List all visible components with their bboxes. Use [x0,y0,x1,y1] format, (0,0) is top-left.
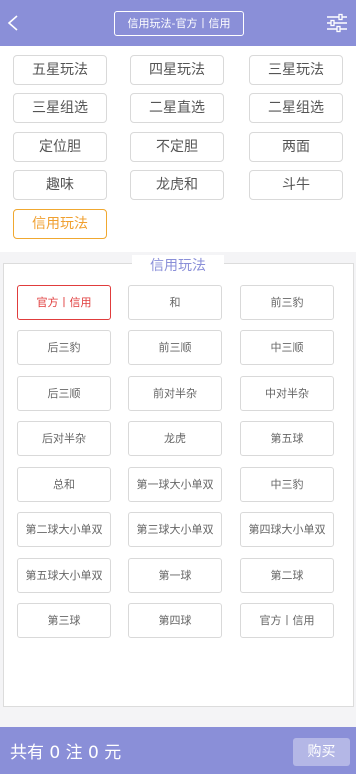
play-option[interactable]: 总和 [17,467,111,502]
category-button[interactable]: 不定胆 [130,132,224,162]
credit-play-panel: 信用玩法 官方丨信用 和 前三豹 后三豹 前三顺 中三顺 后三顺 前对半杂 中对… [3,255,354,707]
play-option[interactable]: 第三球 [17,603,111,638]
page-title[interactable]: 信用玩法-官方丨信用 [114,11,244,36]
play-option[interactable]: 龙虎 [128,421,222,456]
play-option[interactable]: 后三豹 [17,330,111,365]
play-option[interactable]: 和 [128,285,222,320]
category-button[interactable]: 五星玩法 [13,55,107,85]
category-button-active[interactable]: 信用玩法 [13,209,107,239]
play-option[interactable]: 第二球 [240,558,334,593]
category-button[interactable]: 趣味 [13,170,107,200]
category-button[interactable]: 三星组选 [13,93,107,123]
play-option[interactable]: 官方丨信用 [240,603,334,638]
category-button[interactable]: 四星玩法 [130,55,224,85]
play-option[interactable]: 后三顺 [17,376,111,411]
play-option[interactable]: 第五球大小单双 [17,558,111,593]
bet-summary-bar: 共有 0 注 0 元 购买 [0,727,356,774]
play-option[interactable]: 第四球大小单双 [240,512,334,547]
play-option[interactable]: 前三顺 [128,330,222,365]
bet-summary: 共有 0 注 0 元 [10,743,122,763]
play-option[interactable]: 中三豹 [240,467,334,502]
category-button[interactable]: 三星玩法 [249,55,343,85]
chevron-left-icon[interactable] [4,13,24,33]
play-option[interactable]: 第一球大小单双 [128,467,222,502]
category-button[interactable]: 斗牛 [249,170,343,200]
sliders-icon[interactable] [326,13,348,33]
category-button[interactable]: 二星组选 [249,93,343,123]
play-option[interactable]: 前对半杂 [128,376,222,411]
play-option[interactable]: 中对半杂 [240,376,334,411]
category-button[interactable]: 二星直选 [130,93,224,123]
play-option[interactable]: 官方丨信用 [17,285,111,320]
play-option[interactable]: 前三豹 [240,285,334,320]
panel-title: 信用玩法 [132,255,224,275]
category-button[interactable]: 龙虎和 [130,170,224,200]
category-button[interactable]: 两面 [249,132,343,162]
buy-button[interactable]: 购买 [293,738,350,766]
category-grid: 五星玩法 四星玩法 三星玩法 三星组选 二星直选 二星组选 定位胆 不定胆 两面… [0,46,356,252]
play-option[interactable]: 第一球 [128,558,222,593]
main-content: 五星玩法 四星玩法 三星玩法 三星组选 二星直选 二星组选 定位胆 不定胆 两面… [0,46,356,727]
category-button[interactable]: 定位胆 [13,132,107,162]
play-option[interactable]: 第三球大小单双 [128,512,222,547]
play-option[interactable]: 第四球 [128,603,222,638]
play-option[interactable]: 第五球 [240,421,334,456]
play-option[interactable]: 中三顺 [240,330,334,365]
play-option[interactable]: 后对半杂 [17,421,111,456]
play-option[interactable]: 第二球大小单双 [17,512,111,547]
header-bar: 信用玩法-官方丨信用 [0,0,356,46]
